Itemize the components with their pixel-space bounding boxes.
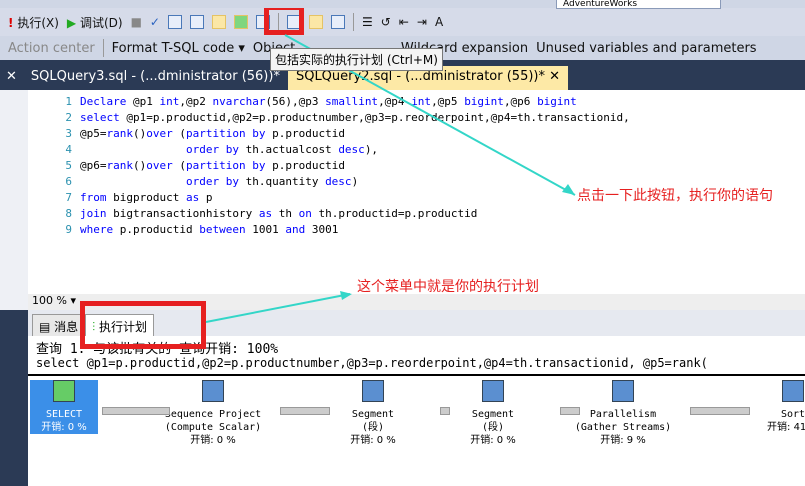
annotation-arrows (205, 34, 576, 323)
database-selector[interactable]: AdventureWorks (556, 0, 721, 9)
tooltip: 包括实际的执行计划 (Ctrl+M) (270, 48, 443, 71)
arrow-line (205, 293, 351, 323)
arrowhead (340, 291, 352, 300)
annotation-note: 这个菜单中就是你的执行计划 (357, 279, 539, 295)
database-name: AdventureWorks (563, 0, 638, 9)
arrowhead (562, 184, 575, 195)
toolbar-top: AdventureWorks (0, 0, 805, 9)
annotation-note: 点击一下此按钮，执行你的语句 (577, 188, 773, 204)
